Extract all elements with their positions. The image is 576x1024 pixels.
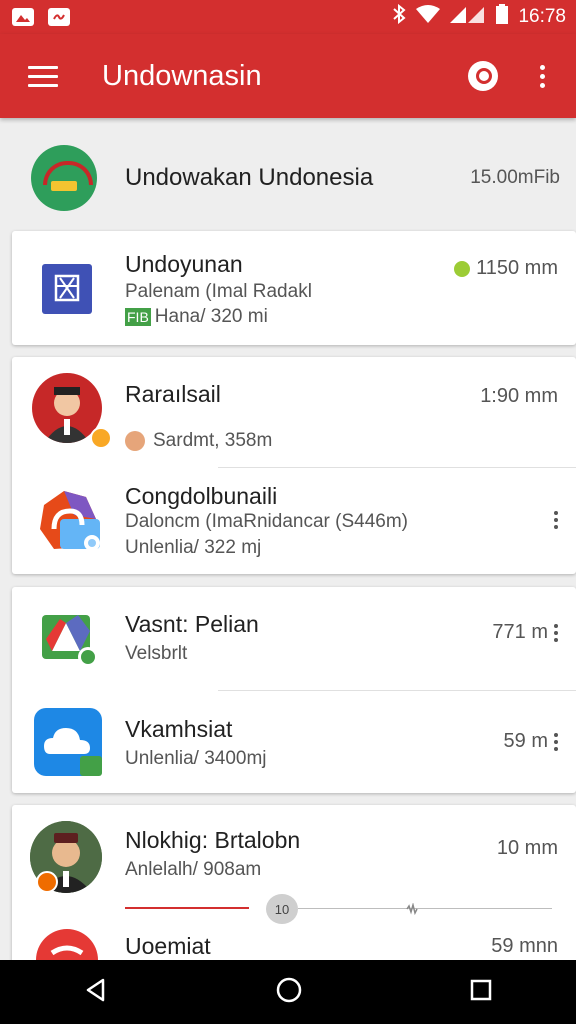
item-subtitle-text: Sardmt, 358m (153, 430, 273, 451)
item-title: Vkamhsiat (125, 716, 233, 742)
more-vert-icon[interactable] (554, 732, 558, 751)
item-overflow-button[interactable] (554, 511, 558, 529)
badge-icon (90, 427, 112, 449)
document-icon (42, 264, 92, 314)
account-meta: 15.00mFib (470, 167, 560, 188)
check-icon (454, 260, 471, 277)
card-3: Vasnt: Pelian Velsbrlt 771 m Vkamhsiat U… (12, 587, 576, 793)
list-item[interactable]: Vasnt: Pelian Velsbrlt 771 m (12, 587, 576, 690)
item-subtitle: Unlenlia/ 3400mj (125, 748, 267, 769)
item-detail: FIB Hana/ 320 mi (125, 306, 268, 328)
more-options-icon[interactable] (540, 64, 546, 88)
more-vert-icon[interactable] (554, 511, 558, 529)
item-size: 771 m (492, 621, 548, 643)
item-subtitle: Sardmt, 358m (125, 430, 272, 452)
item-title: Vasnt: Pelian (125, 611, 259, 637)
app-bar: Undownasin (0, 34, 576, 118)
signal-icon (450, 5, 486, 29)
item-title: Undoyunan (125, 251, 243, 277)
card-1: Undoyunan Palenam (Imal Radakl FIB Hana/… (12, 231, 576, 345)
item-time: 59 mnn (491, 935, 558, 957)
item-title: Uoemiat (125, 933, 211, 959)
list-item[interactable]: Nlokhig: Brtalobn Anlelalh/ 908am 10 mm … (12, 805, 576, 925)
item-title: Nlokhig: Brtalobn (125, 827, 301, 853)
account-name: Undowakan Undonesia (125, 164, 374, 191)
item-meta: 1150 mm (454, 257, 558, 280)
menu-icon[interactable] (28, 65, 58, 87)
mini-avatar-icon (125, 431, 145, 451)
item-meta: 771 m (492, 621, 558, 644)
audio-track[interactable] (298, 908, 552, 909)
navigation-bar (0, 960, 576, 1024)
list-item[interactable]: Undoyunan Palenam (Imal Radakl FIB Hana/… (12, 231, 576, 345)
bluetooth-icon (392, 3, 406, 30)
folder-icon (34, 485, 104, 557)
card-4: Nlokhig: Brtalobn Anlelalh/ 908am 10 mm … (12, 805, 576, 965)
card-2: Raraılsail Sardmt, 358m 1:90 mm Congdolb… (12, 357, 576, 574)
item-title: Raraılsail (125, 381, 221, 407)
wifi-icon (416, 5, 441, 29)
audio-scrubber[interactable]: 10 (266, 894, 298, 924)
status-bar: 16:78 (0, 0, 576, 34)
item-title: Congdolbunaili (125, 483, 278, 509)
audio-progress (125, 907, 249, 909)
back-icon[interactable] (83, 977, 109, 1008)
item-subtitle: Daloncm (ImaRnidancar (S446m) (125, 511, 408, 532)
item-time: 10 mm (496, 837, 558, 859)
item-size: 1150 mm (476, 257, 558, 279)
list-item[interactable]: Raraılsail Sardmt, 358m 1:90 mm (12, 357, 576, 467)
item-detail-text: Hana/ 320 mi (154, 306, 268, 327)
file-tag: FIB (125, 308, 151, 326)
cloud-icon (34, 708, 102, 776)
drive-icon (42, 611, 100, 669)
item-meta: 59 m (504, 730, 558, 753)
list-item[interactable]: Vkamhsiat Unlenlia/ 3400mj 59 m (12, 690, 576, 793)
app-title: Undownasin (102, 59, 262, 92)
search-icon[interactable] (468, 61, 498, 91)
badge-icon (36, 871, 58, 893)
item-subtitle: Palenam (Imal Radakl (125, 281, 312, 302)
list-item[interactable]: Uoemiat 59 mnn (12, 925, 576, 965)
item-subtitle: Velsbrlt (125, 643, 188, 664)
item-time: 1:90 mm (480, 385, 558, 407)
account-logo (31, 145, 97, 211)
waveform-icon (406, 902, 418, 916)
recents-icon[interactable] (469, 978, 493, 1007)
home-icon[interactable] (275, 976, 303, 1009)
item-size: 59 m (503, 730, 548, 752)
battery-icon (496, 4, 509, 30)
account-header[interactable]: Undowakan Undonesia 15.00mFib (0, 128, 576, 228)
more-vert-icon[interactable] (554, 623, 558, 642)
item-subtitle: Anlelalh/ 908am (125, 859, 262, 880)
item-detail: Unlenlia/ 322 mj (125, 537, 262, 558)
list-item[interactable]: Congdolbunaili Daloncm (ImaRnidancar (S4… (12, 467, 576, 574)
status-time: 16:78 (518, 6, 566, 27)
app-notification-icon (48, 8, 70, 26)
gallery-notification-icon (12, 8, 34, 26)
